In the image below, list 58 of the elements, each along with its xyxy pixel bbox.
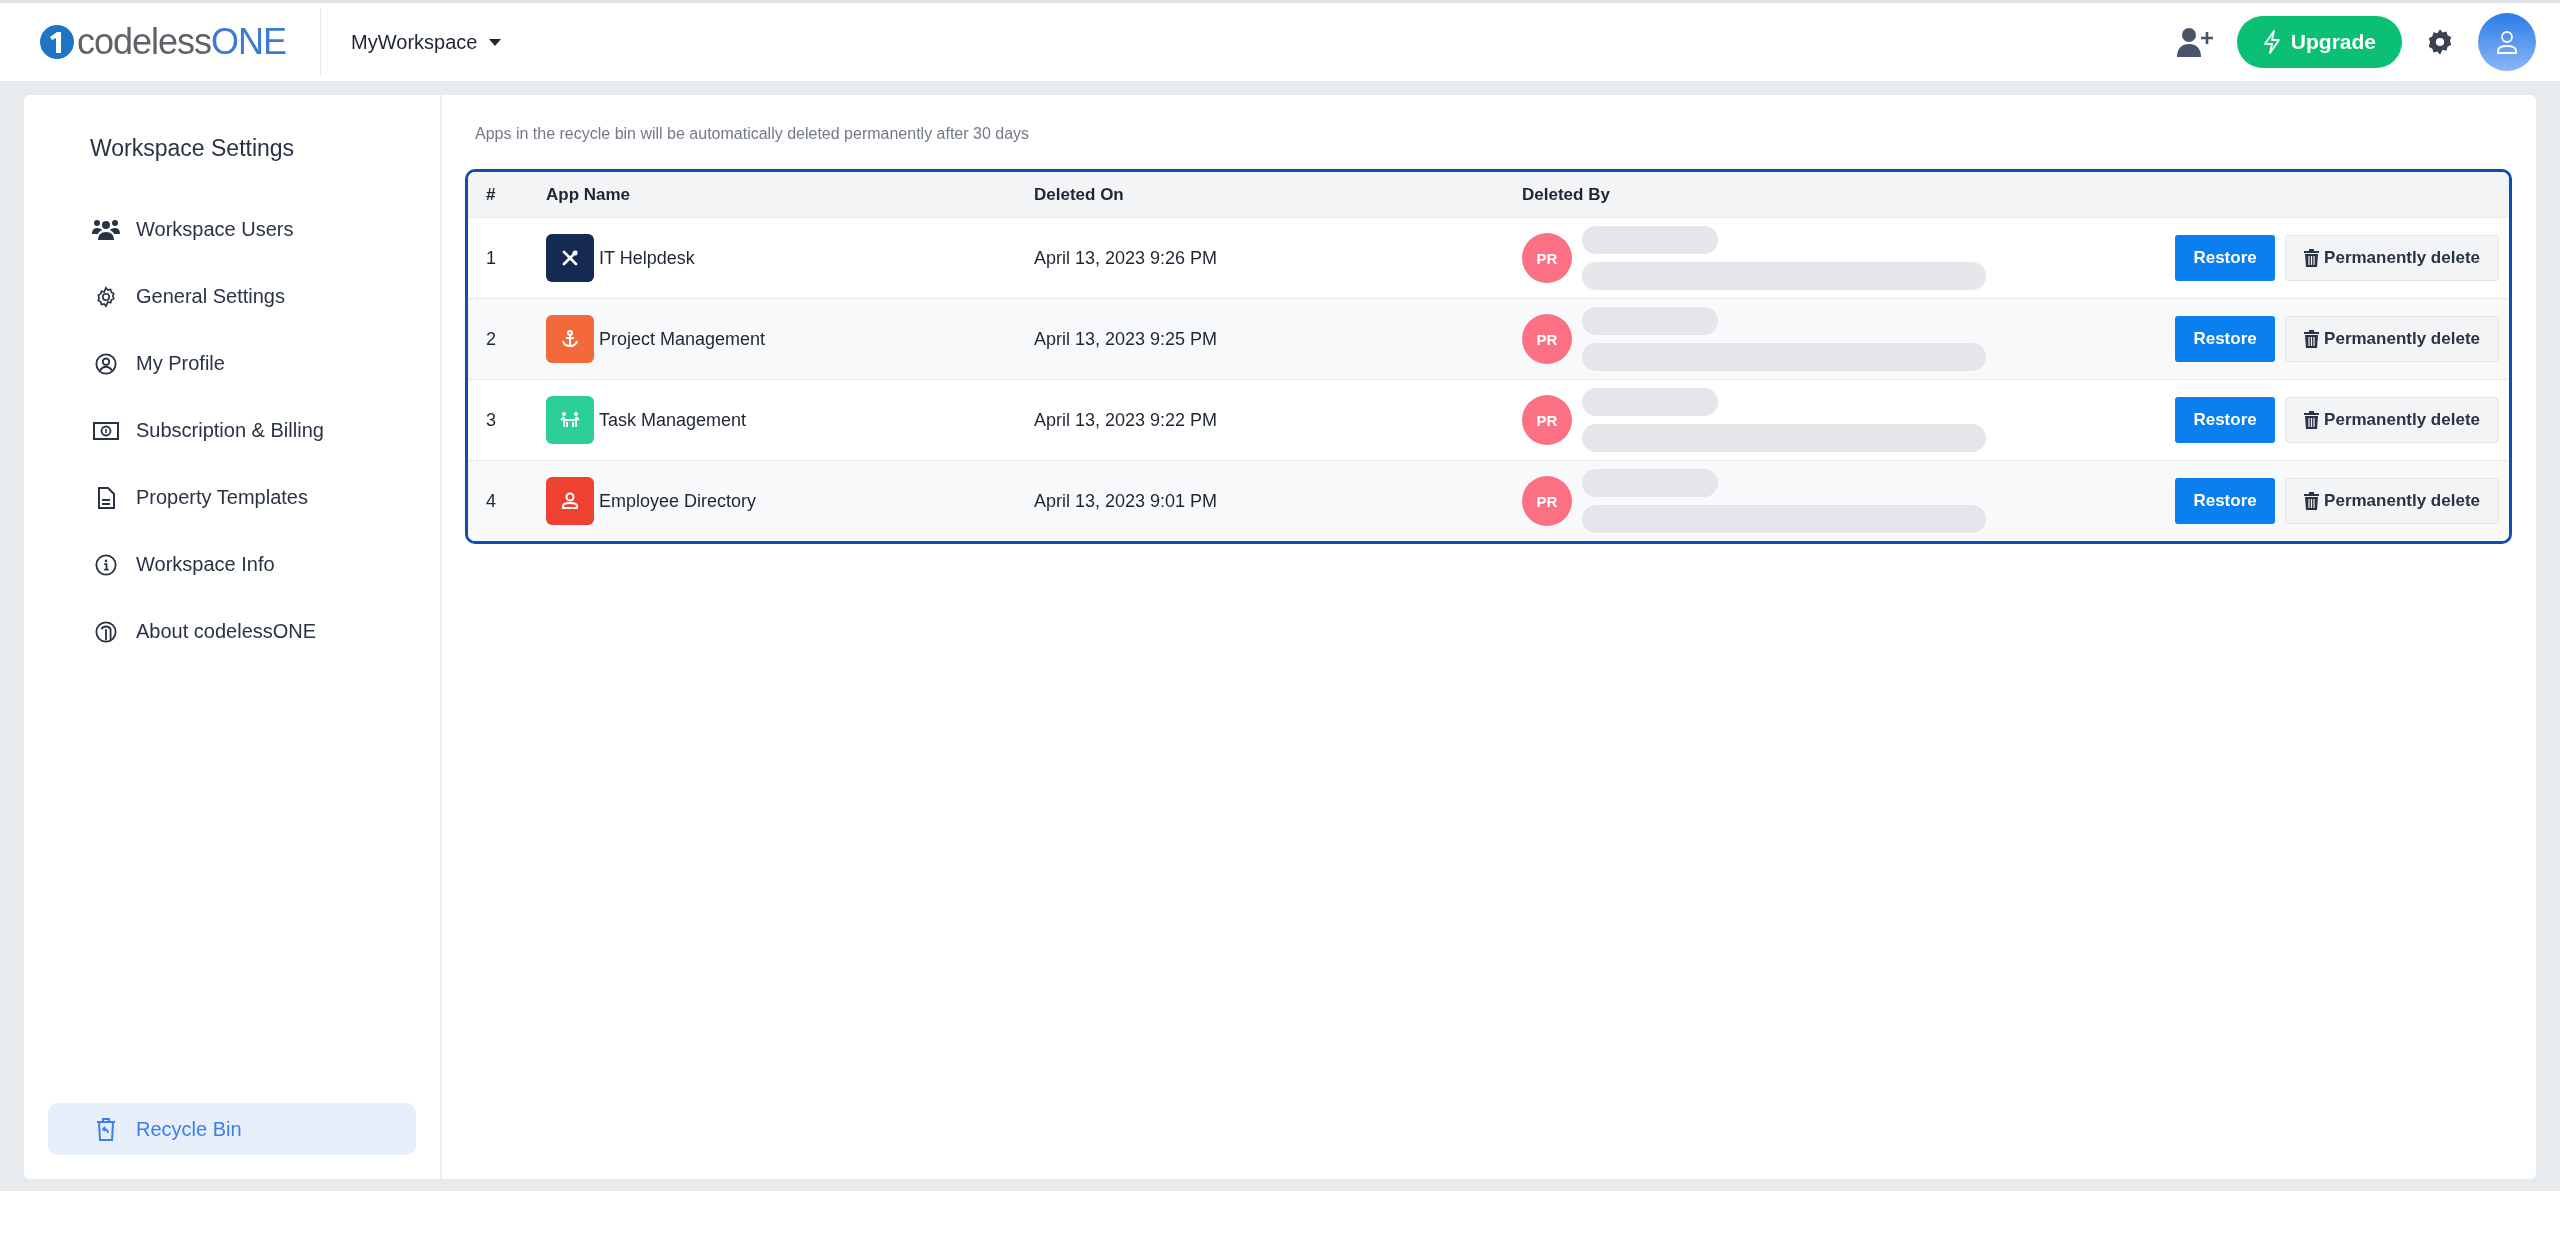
table-cell-text: April 13, 2023 9:01 PM xyxy=(1034,490,1219,512)
avatar: PR xyxy=(1522,395,1572,445)
column-header: Deleted By xyxy=(1522,184,1611,205)
restore-button[interactable]: Restore xyxy=(2175,478,2276,524)
lightning-icon xyxy=(2262,30,2281,54)
sidebar-item[interactable]: Property Templates xyxy=(48,464,416,531)
delete-button[interactable]: Permanently delete xyxy=(2285,235,2499,281)
notice-text: Apps in the recycle bin will be automatically deleted permanently after 30 days xyxy=(475,125,1031,143)
avatar[interactable] xyxy=(2478,13,2536,71)
column-header: App Name xyxy=(546,184,632,205)
table-cell-text: April 13, 2023 9:22 PM xyxy=(1034,409,1219,431)
table-cell-text: April 13, 2023 9:26 PM xyxy=(1034,247,1219,269)
trash-icon xyxy=(2304,411,2320,429)
column-header: # xyxy=(486,184,497,205)
user-circle-icon xyxy=(95,352,117,375)
delete-button[interactable]: Permanently delete xyxy=(2285,316,2499,362)
avatar: PR xyxy=(1522,233,1572,283)
restore-button[interactable]: Restore xyxy=(2175,397,2276,443)
logo[interactable]: codelessONE xyxy=(40,21,287,63)
sidebar-item[interactable]: General Settings xyxy=(48,263,416,330)
caret-icon xyxy=(489,38,502,46)
trash-icon xyxy=(2304,249,2320,267)
sidebar-item[interactable]: My Profile xyxy=(48,330,416,397)
settings-icon xyxy=(95,285,117,308)
table-cell-text: 1 xyxy=(486,247,497,269)
sidebar-item[interactable]: Workspace Info xyxy=(48,531,416,598)
table-cell: Project Management xyxy=(599,328,766,350)
workspace-dropdown[interactable]: MyWorkspace xyxy=(351,30,502,54)
delete-button[interactable]: Permanently delete xyxy=(2285,478,2499,524)
delete-button[interactable]: Permanently delete xyxy=(2285,397,2499,443)
add-user-icon[interactable] xyxy=(2176,27,2213,57)
user-icon xyxy=(2496,30,2518,54)
trash-icon xyxy=(96,1117,116,1141)
sidebar-title: Workspace Settings xyxy=(89,135,296,162)
avatar: PR xyxy=(1522,476,1572,526)
table-cell-text: 4 xyxy=(486,490,497,512)
column-header: Deleted On xyxy=(1034,184,1125,205)
users-icon xyxy=(92,218,120,241)
sidebar-item[interactable]: Subscription & Billing xyxy=(48,397,416,464)
sidebar-item[interactable]: Workspace Users xyxy=(48,196,416,263)
table-cell: Task Management xyxy=(599,409,747,431)
table-cell-text: April 13, 2023 9:25 PM xyxy=(1034,328,1219,350)
document-icon xyxy=(97,486,115,509)
sidebar-item[interactable]: About codelessONE xyxy=(48,598,416,665)
avatar: PR xyxy=(1522,314,1572,364)
restore-button[interactable]: Restore xyxy=(2175,316,2276,362)
restore-button[interactable]: Restore xyxy=(2175,235,2276,281)
table-cell: IT Helpdesk xyxy=(599,247,695,269)
table-cell: Employee Directory xyxy=(599,490,757,512)
info-icon xyxy=(95,553,117,576)
banknote-icon xyxy=(93,421,119,440)
table-cell-text: 2 xyxy=(486,328,497,350)
trash-icon xyxy=(2304,492,2320,510)
logo-icon xyxy=(40,25,74,59)
logo-icon xyxy=(95,620,117,643)
settings-icon[interactable] xyxy=(2426,28,2454,56)
table-cell-text: 3 xyxy=(486,409,497,431)
trash-icon xyxy=(2304,330,2320,348)
